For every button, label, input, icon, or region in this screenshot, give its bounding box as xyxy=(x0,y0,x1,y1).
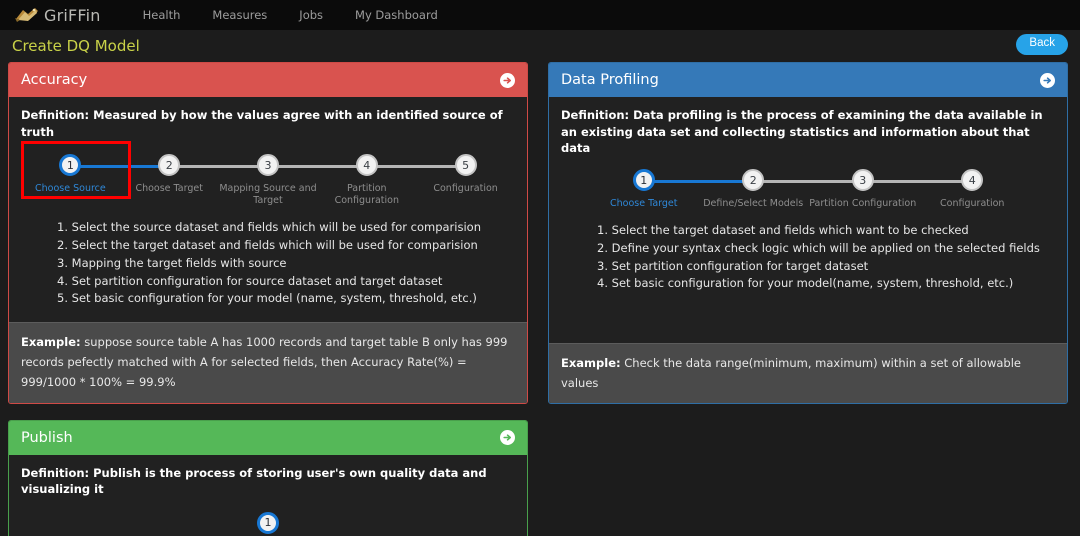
accuracy-stepper: 1 Choose Source 2 Choose Target 3 Mappin… xyxy=(21,146,515,209)
panel-data-profiling-header[interactable]: Data Profiling xyxy=(549,63,1067,97)
brand[interactable]: GriFFin xyxy=(14,6,101,25)
nav-links: Health Measures Jobs My Dashboard xyxy=(127,8,454,22)
panel-accuracy-header[interactable]: Accuracy xyxy=(9,63,527,97)
example-text: suppose source table A has 1000 records … xyxy=(21,335,508,390)
step-circle[interactable]: 4 xyxy=(355,154,378,177)
brand-text: GriFFin xyxy=(44,5,101,25)
nav-link-measures[interactable]: Measures xyxy=(196,8,283,22)
right-column: Data Profiling Definition: Data profilin… xyxy=(548,62,1068,420)
arrow-right-circle-icon[interactable] xyxy=(500,430,515,446)
page-title: Create DQ Model xyxy=(12,37,140,55)
panel-accuracy-body: Definition: Measured by how the values a… xyxy=(9,97,527,323)
list-item: Mapping the target fields with source xyxy=(71,255,287,270)
step-choose-target[interactable]: 2 Choose Target xyxy=(120,152,268,207)
step-partition-configuration[interactable]: 4 Partition Configuration xyxy=(317,152,466,207)
profiling-steps-list: Select the target dataset and fields whi… xyxy=(597,222,1055,293)
step-label: Define/Select Models xyxy=(703,198,804,210)
step-choose-target[interactable]: 1 Choose Target xyxy=(589,167,754,210)
panel-data-profiling-title: Data Profiling xyxy=(561,72,659,88)
step-label: Partition Configuration xyxy=(334,183,399,207)
step-circle[interactable]: 2 xyxy=(158,154,181,177)
step-label: Mapping Source and Target xyxy=(219,183,317,207)
step-circle[interactable]: 4 xyxy=(961,169,984,192)
step-label: Choose Source xyxy=(35,183,106,195)
list-item: Select the target dataset and fields whi… xyxy=(611,222,969,237)
top-navbar: GriFFin Health Measures Jobs My Dashboar… xyxy=(0,0,1080,30)
step-circle[interactable]: 5 xyxy=(454,154,477,177)
list-item: Select the source dataset and fields whi… xyxy=(71,220,481,235)
arrow-right-circle-icon[interactable] xyxy=(500,72,515,88)
step-label: Choose Target xyxy=(610,198,678,210)
panel-accuracy-example: Example: suppose source table A has 1000… xyxy=(9,322,527,403)
panel-data-profiling: Data Profiling Definition: Data profilin… xyxy=(548,62,1068,405)
panel-data-profiling-definition: Definition: Data profiling is the proces… xyxy=(561,108,1043,156)
panel-accuracy-title: Accuracy xyxy=(21,72,88,88)
page-header: Create DQ Model Back xyxy=(0,30,1080,62)
step-configuration[interactable]: 1 Configuration xyxy=(213,510,323,536)
step-circle[interactable]: 2 xyxy=(742,169,765,192)
list-item: Define your syntax check logic which wil… xyxy=(611,240,1040,255)
step-configuration[interactable]: 4 Configuration xyxy=(918,167,1028,210)
step-label: Partition Configuration xyxy=(809,198,917,210)
list-item: Set basic configuration for your model (… xyxy=(71,291,477,306)
panel-data-profiling-example: Example: Check the data range(minimum, m… xyxy=(549,343,1067,404)
griffin-logo-icon xyxy=(14,6,40,24)
panel-publish-header[interactable]: Publish xyxy=(9,420,527,455)
step-mapping-source-and-target[interactable]: 3 Mapping Source and Target xyxy=(219,152,367,207)
step-label: Choose Target xyxy=(135,183,203,195)
example-text: Check the data range(minimum, maximum) w… xyxy=(561,356,1021,391)
panels-container: Accuracy Definition: Measured by how the… xyxy=(0,62,1080,536)
step-circle[interactable]: 1 xyxy=(59,154,82,177)
step-define-select-models[interactable]: 2 Define/Select Models xyxy=(699,167,863,210)
panel-publish: Publish Definition: Publish is the proce… xyxy=(8,419,528,536)
panel-data-profiling-body: Definition: Data profiling is the proces… xyxy=(549,97,1067,344)
publish-stepper: 1 Configuration xyxy=(21,504,515,536)
step-circle[interactable]: 3 xyxy=(851,169,874,192)
nav-link-health[interactable]: Health xyxy=(127,8,197,22)
panel-accuracy-definition: Definition: Measured by how the values a… xyxy=(21,108,503,139)
panel-publish-definition: Definition: Publish is the process of st… xyxy=(21,465,487,497)
nav-link-jobs[interactable]: Jobs xyxy=(283,8,339,22)
step-label: Configuration xyxy=(940,198,1005,210)
panel-publish-title: Publish xyxy=(21,429,73,446)
accuracy-steps-list: Select the source dataset and fields whi… xyxy=(57,219,515,308)
step-choose-source[interactable]: 1 Choose Source xyxy=(21,152,170,207)
left-column: Accuracy Definition: Measured by how the… xyxy=(8,62,528,536)
arrow-right-circle-icon[interactable] xyxy=(1040,72,1055,88)
step-label: Configuration xyxy=(433,183,498,195)
step-circle[interactable]: 3 xyxy=(256,154,279,177)
example-label: Example: xyxy=(561,356,621,371)
example-label: Example: xyxy=(21,335,81,350)
list-item: Set partition configuration for target d… xyxy=(611,258,869,273)
list-item: Set basic configuration for your model(n… xyxy=(611,276,1014,291)
back-button[interactable]: Back xyxy=(1016,34,1068,55)
panel-publish-body: Definition: Publish is the process of st… xyxy=(9,454,527,536)
profiling-stepper: 1 Choose Target 2 Define/Select Models 3… xyxy=(561,163,1055,212)
panel-accuracy: Accuracy Definition: Measured by how the… xyxy=(8,62,528,404)
list-item: Set partition configuration for source d… xyxy=(71,273,443,288)
step-partition-configuration[interactable]: 3 Partition Configuration xyxy=(808,167,973,210)
nav-link-my-dashboard[interactable]: My Dashboard xyxy=(339,8,454,22)
step-configuration[interactable]: 5 Configuration xyxy=(416,152,515,207)
step-circle[interactable]: 1 xyxy=(632,169,655,192)
step-circle[interactable]: 1 xyxy=(257,511,279,534)
list-item: Select the target dataset and fields whi… xyxy=(71,237,478,252)
